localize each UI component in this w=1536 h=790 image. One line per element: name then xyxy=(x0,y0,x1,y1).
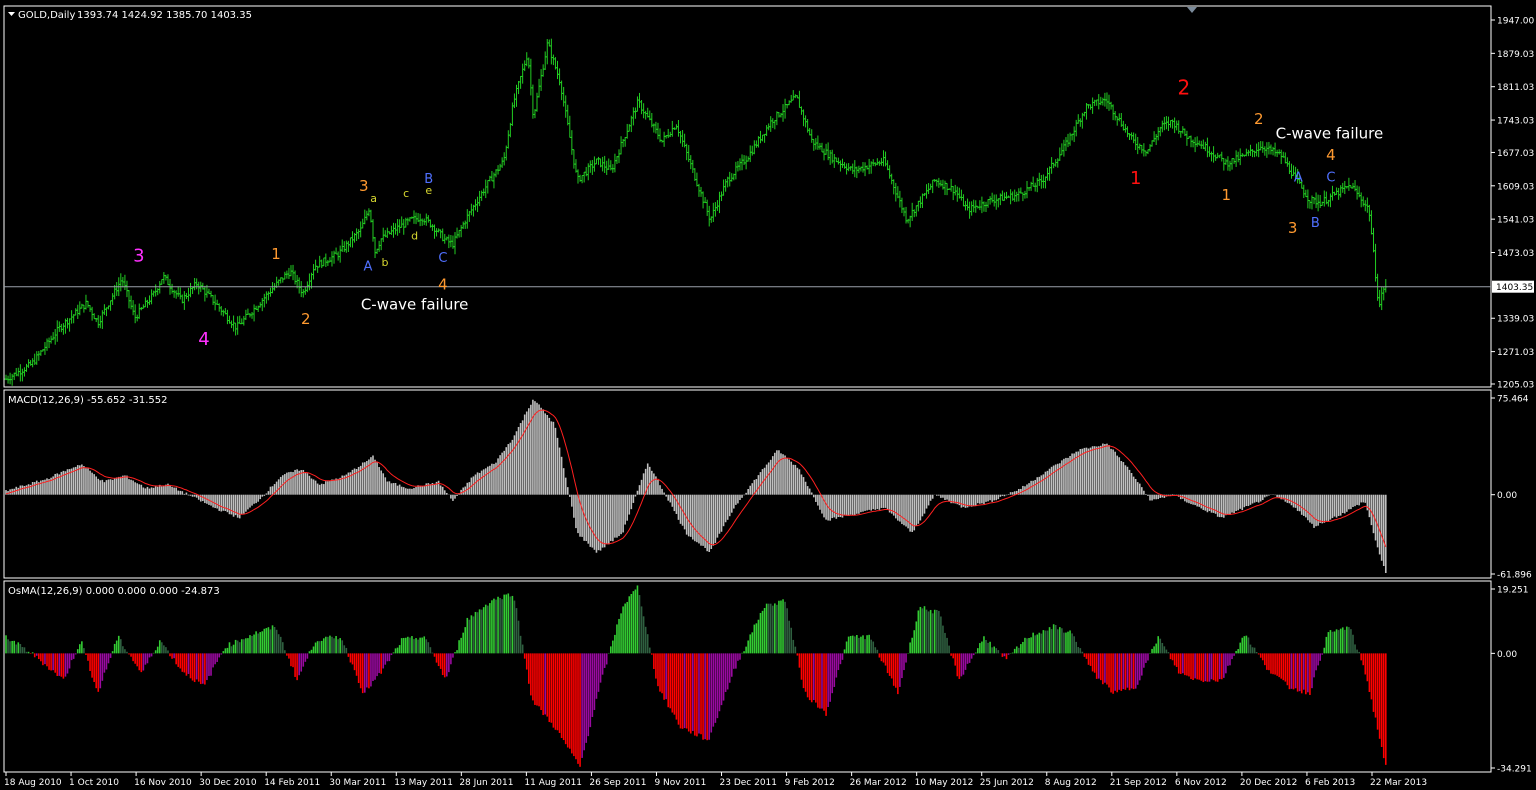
time-tick-label-9: 26 Sep 2011 xyxy=(589,778,646,788)
wave-label-16: 2 xyxy=(1177,76,1190,100)
wave-label-4: 3 xyxy=(359,177,369,195)
macd-tick-label-2: -61.896 xyxy=(1497,571,1532,581)
wave-label-22: C xyxy=(1326,170,1335,185)
time-tick-label-1: 1 Oct 2010 xyxy=(69,778,119,788)
symbol-label: GOLD,Daily xyxy=(18,10,75,21)
wave-label-23: 4 xyxy=(1326,146,1336,164)
trading-chart[interactable]: GOLD,Daily 1393.74 1424.92 1385.70 1403.… xyxy=(0,0,1536,790)
wave-label-0: 3 xyxy=(133,245,144,266)
wave-label-15: 1 xyxy=(1130,168,1141,189)
osma-title: OsMA(12,26,9) 0.000 0.000 0.000 -24.873 xyxy=(8,586,220,597)
time-tick-label-13: 26 Mar 2012 xyxy=(850,778,907,788)
time-tick-label-4: 14 Feb 2011 xyxy=(264,778,320,788)
wave-label-6: A xyxy=(364,260,373,275)
price-tick-label-4: 1677.03 xyxy=(1497,149,1534,159)
wave-label-18: 2 xyxy=(1254,110,1264,128)
time-tick-label-8: 11 Aug 2011 xyxy=(524,778,582,788)
time-tick-label-2: 16 Nov 2010 xyxy=(134,778,192,788)
price-tick-label-2: 1811.03 xyxy=(1497,83,1534,93)
wave-annotations: 34123aA bcdeBC4C-wave failure1212A3 BC4C-w… xyxy=(133,76,1383,350)
time-tick-label-11: 23 Dec 2011 xyxy=(720,778,778,788)
osma-panel-frame xyxy=(3,580,1492,773)
wave-label-17: 1 xyxy=(1221,186,1231,204)
macd-histogram xyxy=(5,399,1387,574)
price-tick-label-0: 1947.00 xyxy=(1497,17,1534,27)
wave-label-5: a xyxy=(370,192,377,205)
wave-label-13: 4 xyxy=(438,275,448,293)
macd-signal-line xyxy=(5,409,1387,548)
time-tick-label-6: 13 May 2011 xyxy=(394,778,453,788)
macd-panel-frame xyxy=(3,389,1492,579)
wave-label-7: b xyxy=(381,256,388,269)
macd-title: MACD(12,26,9) -55.652 -31.552 xyxy=(8,395,168,406)
time-tick-label-17: 21 Sep 2012 xyxy=(1110,778,1167,788)
osma-tick-label-0: 19.251 xyxy=(1497,586,1529,596)
time-tick-label-7: 28 Jun 2011 xyxy=(459,778,513,788)
wave-label-19: A xyxy=(1294,170,1303,185)
time-tick-label-15: 25 Jun 2012 xyxy=(980,778,1034,788)
macd-tick-label-1: 0.00 xyxy=(1497,491,1517,501)
time-axis: 18 Aug 2010 1 Oct 2010 16 Nov 2010 30 Dec 2… xyxy=(4,772,1427,788)
dropdown-arrow-icon[interactable] xyxy=(8,12,15,16)
price-tick-label-10: 1205.03 xyxy=(1497,380,1534,390)
time-tick-label-10: 9 Nov 2011 xyxy=(654,778,706,788)
macd-axis: 75.464 0.00 -61.896 xyxy=(1491,395,1532,581)
ohlc-readout: 1393.74 1424.92 1385.70 1403.35 xyxy=(77,10,252,21)
wave-label-3: 2 xyxy=(301,310,311,328)
wave-label-14: C-wave failure xyxy=(361,295,469,313)
wave-label-2: 1 xyxy=(271,245,281,263)
price-tick-label-9: 1271.03 xyxy=(1497,348,1534,358)
price-axis: 1947.00 1879.03 1811.03 1743.03 1677.03 1609.… xyxy=(1491,17,1534,390)
price-tick-label-7: 1473.03 xyxy=(1497,249,1534,259)
price-bars xyxy=(4,38,1491,386)
wave-label-9: d xyxy=(411,229,418,242)
wave-label-21: B xyxy=(1311,216,1320,231)
wave-label-24: C-wave failure xyxy=(1276,125,1384,143)
osma-tick-label-2: -34.291 xyxy=(1497,765,1532,775)
wave-label-8: c xyxy=(403,187,409,200)
macd-tick-label-0: 75.464 xyxy=(1497,395,1529,405)
price-tick-label-3: 1743.03 xyxy=(1497,117,1534,127)
osma-axis: 19.251 0.00 -34.291 xyxy=(1491,586,1532,775)
wave-label-11: B xyxy=(424,172,433,187)
osma-histogram xyxy=(5,585,1387,767)
price-tick-label-1: 1879.03 xyxy=(1497,50,1534,60)
time-tick-label-18: 6 Nov 2012 xyxy=(1175,778,1227,788)
price-tick-label-6: 1541.03 xyxy=(1497,216,1534,226)
price-tick-label-5: 1609.03 xyxy=(1497,182,1534,192)
time-tick-label-14: 10 May 2012 xyxy=(915,778,974,788)
time-tick-label-0: 18 Aug 2010 xyxy=(4,778,62,788)
current-price-tag-label: 1403.35 xyxy=(1496,283,1533,293)
chart-shift-marker[interactable] xyxy=(1187,7,1197,13)
time-tick-label-21: 22 Mar 2013 xyxy=(1370,778,1427,788)
price-tick-label-8: 1339.03 xyxy=(1497,315,1534,325)
time-tick-label-5: 30 Mar 2011 xyxy=(329,778,386,788)
wave-label-1: 4 xyxy=(198,329,209,350)
wave-label-12: C xyxy=(438,251,447,266)
time-tick-label-20: 6 Feb 2013 xyxy=(1305,778,1355,788)
price-panel-frame xyxy=(3,5,1492,388)
osma-tick-label-1: 0.00 xyxy=(1497,650,1517,660)
time-tick-label-12: 9 Feb 2012 xyxy=(785,778,835,788)
wave-label-20: 3 xyxy=(1288,219,1298,237)
time-tick-label-19: 20 Dec 2012 xyxy=(1240,778,1298,788)
time-tick-label-3: 30 Dec 2010 xyxy=(199,778,257,788)
time-tick-label-16: 8 Aug 2012 xyxy=(1045,778,1097,788)
